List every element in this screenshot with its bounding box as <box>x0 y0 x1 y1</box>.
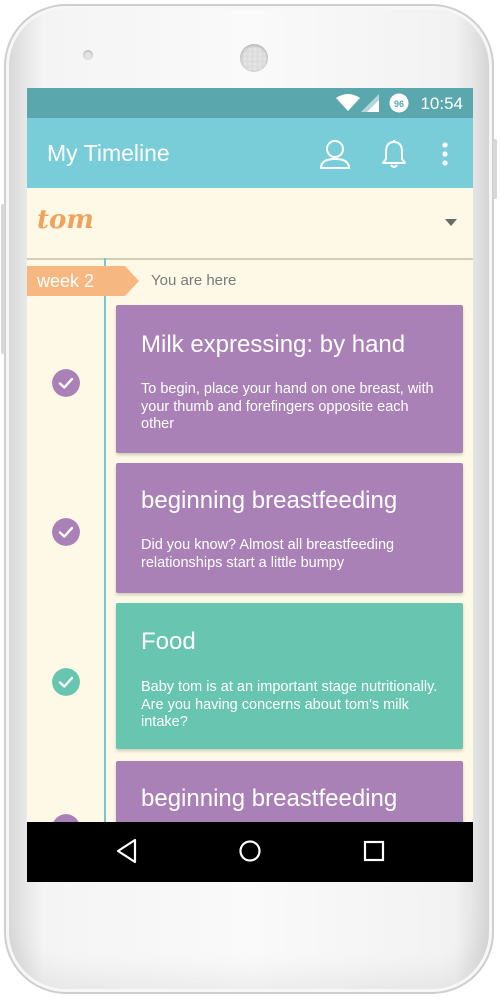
timeline-rail <box>104 258 106 882</box>
signal-icon <box>361 94 379 112</box>
home-icon[interactable] <box>238 838 262 864</box>
bell-icon[interactable] <box>381 138 407 170</box>
recents-icon[interactable] <box>362 838 386 864</box>
status-time: 10:54 <box>420 94 463 113</box>
child-name: tom <box>37 205 94 235</box>
completed-check-icon <box>52 369 80 397</box>
dropdown-caret-icon[interactable] <box>445 219 457 226</box>
card-body: To begin, place your hand on one breast,… <box>141 381 434 432</box>
week-tag: week 2 <box>27 266 139 296</box>
front-camera <box>83 50 93 60</box>
current-position-label: You are here <box>151 272 237 289</box>
completed-check-icon <box>52 518 80 546</box>
volume-button <box>1 204 5 354</box>
notification-96-icon: 96 <box>389 93 409 113</box>
timeline-card-beginning-breastfeeding[interactable]: beginning breastfeeding Did you know? Al… <box>116 463 463 593</box>
app-bar: My Timeline <box>27 118 473 188</box>
card-body: Baby tom is at an important stage nutrit… <box>141 679 438 730</box>
timeline-card-food[interactable]: Food Baby tom is at an important stage n… <box>116 603 463 749</box>
card-title: Milk expressing: by hand <box>141 331 406 358</box>
card-title: beginning breastfeeding <box>141 487 398 514</box>
power-button <box>493 139 497 199</box>
completed-check-icon <box>52 668 80 696</box>
page-title: My Timeline <box>47 140 170 166</box>
card-title: beginning breastfeeding <box>141 785 398 812</box>
child-selector[interactable]: tom <box>27 188 473 260</box>
timeline-card-milk-expressing[interactable]: Milk expressing: by hand To begin, place… <box>116 305 463 453</box>
screen: 96 10:54 My Timeline tom week 2 You are … <box>27 88 473 882</box>
profile-icon[interactable] <box>319 138 351 170</box>
status-bar: 96 10:54 <box>27 88 473 118</box>
system-nav-bar <box>27 822 473 882</box>
card-body: Did you know? Almost all breastfeeding r… <box>141 537 395 571</box>
back-icon[interactable] <box>115 838 139 864</box>
card-title: Food <box>141 628 196 655</box>
notification-badge-text: 96 <box>394 99 404 109</box>
wifi-icon <box>336 94 360 111</box>
more-vert-icon[interactable] <box>441 142 449 166</box>
earpiece-speaker <box>240 44 268 72</box>
